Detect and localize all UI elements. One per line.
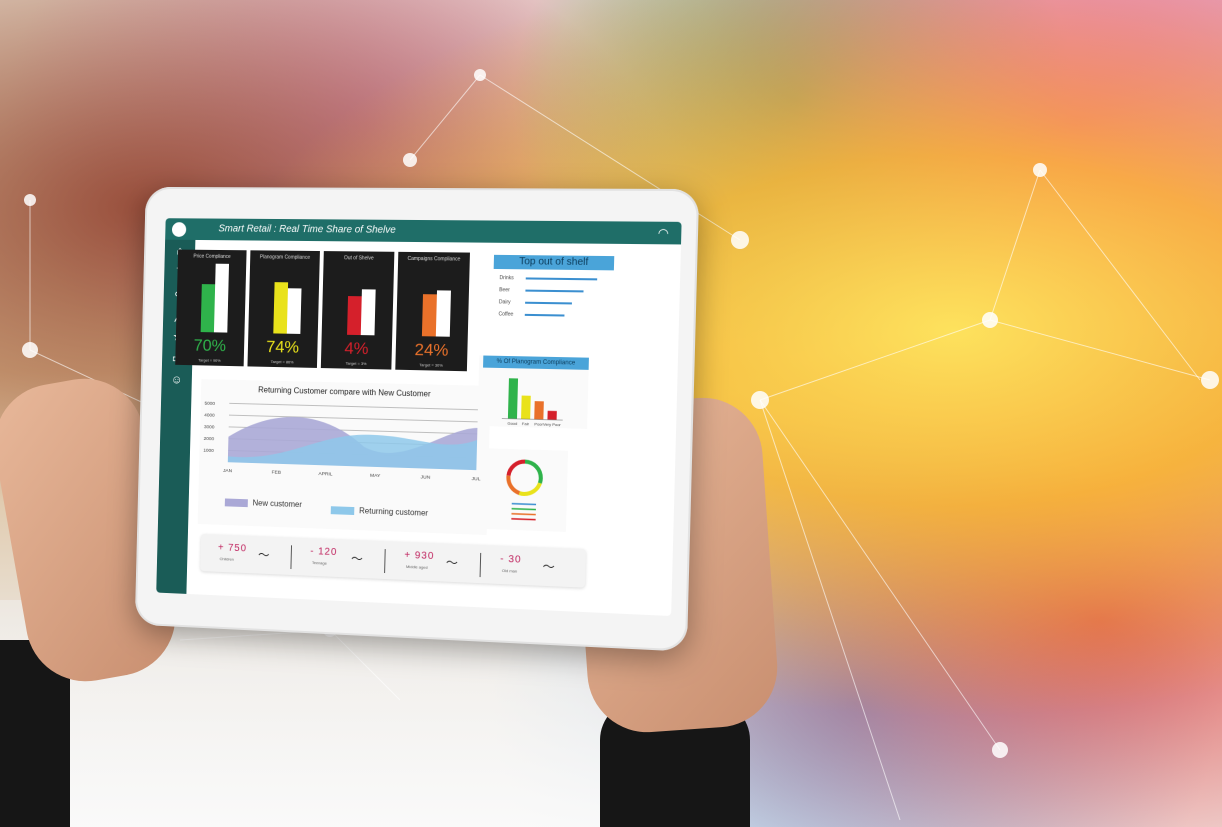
y-tick-label: 5000 bbox=[204, 401, 215, 407]
kpi-value: 4% bbox=[321, 338, 392, 359]
kpi-campaigns-compliance[interactable]: Campaigns Compliance 24% Target = 30% bbox=[395, 252, 470, 371]
kpi-target: Target = 86% bbox=[248, 359, 318, 365]
dashboard-title: Smart Retail : Real Time Share of Shelve bbox=[218, 223, 396, 235]
stat-label: Middle aged bbox=[406, 564, 428, 570]
trend-icon: 〜 bbox=[258, 546, 270, 563]
kpi-label: Out of Shelve bbox=[324, 255, 395, 262]
globe-icon bbox=[171, 221, 187, 238]
stat-value: - 120 bbox=[310, 546, 337, 558]
kpi-target: Target = 30% bbox=[395, 362, 467, 369]
stat-old-man[interactable]: - 30 Old man 〜 bbox=[482, 551, 579, 583]
kpi-target-bar bbox=[361, 289, 376, 335]
kpi-bar bbox=[273, 282, 288, 334]
kpi-planogram-compliance[interactable]: Planogram Compliance 74% Target = 86% bbox=[247, 250, 319, 368]
tos-label: Drinks bbox=[499, 275, 513, 281]
tos-label: Coffee bbox=[498, 311, 513, 317]
trend-icon: 〜 bbox=[446, 554, 458, 572]
kpi-target-bar bbox=[287, 288, 302, 334]
planogram-bar bbox=[521, 396, 531, 420]
planogram-bar bbox=[534, 401, 544, 419]
donut-legend-line bbox=[512, 504, 536, 505]
tos-bar bbox=[526, 277, 597, 280]
y-tick-label: 1000 bbox=[203, 448, 214, 454]
planogram-category-label: Good bbox=[507, 421, 517, 426]
grid-line bbox=[229, 403, 478, 409]
stat-label: Old man bbox=[502, 568, 517, 574]
legend-new-label: New customer bbox=[252, 498, 302, 509]
kpi-bar bbox=[201, 284, 216, 332]
store-scene: Smart Retail : Real Time Share of Shelve… bbox=[0, 0, 1222, 827]
kpi-bar bbox=[422, 294, 437, 336]
tos-bar bbox=[525, 302, 572, 305]
donut-legend-line bbox=[511, 519, 535, 520]
kpi-value: 70% bbox=[175, 336, 244, 357]
x-tick-label: FEB bbox=[272, 469, 281, 475]
kpi-target-bar bbox=[214, 264, 229, 333]
kpi-value: 24% bbox=[396, 340, 468, 361]
kpi-value: 74% bbox=[248, 337, 318, 358]
wifi-icon: ◠ bbox=[658, 226, 669, 240]
donut-chart bbox=[481, 448, 568, 532]
donut-legend-line bbox=[511, 514, 535, 515]
tos-bar bbox=[525, 290, 583, 293]
kpi-label: Planogram Compliance bbox=[250, 254, 320, 261]
stat-value: + 930 bbox=[404, 550, 434, 562]
top-out-of-shelf-title: Top out of shelf bbox=[494, 255, 615, 271]
tos-bar bbox=[525, 314, 565, 317]
y-tick-label: 4000 bbox=[204, 412, 215, 418]
x-tick-label: JUN bbox=[420, 474, 430, 480]
trend-icon: 〜 bbox=[542, 557, 555, 575]
stat-label: Teenage bbox=[312, 560, 327, 566]
planogram-category-label: Very Poor bbox=[543, 422, 562, 428]
x-tick-label: JUL bbox=[472, 476, 481, 482]
customer-area-chart: Returning Customer compare with New Cust… bbox=[198, 379, 491, 535]
tablet: Smart Retail : Real Time Share of Shelve… bbox=[135, 187, 699, 652]
donut-legend-line bbox=[512, 509, 536, 510]
x-tick-label: JAN bbox=[223, 468, 233, 474]
stat-value: + 750 bbox=[218, 542, 247, 554]
tos-label: Beer bbox=[499, 287, 510, 293]
planogram-chart: Good Fair Poor Very Poor bbox=[477, 355, 588, 428]
kpi-out-of-shelve[interactable]: Out of Shelve 4% Target = 3% bbox=[321, 251, 395, 370]
x-tick-label: APRIL bbox=[318, 471, 332, 478]
kpi-bar bbox=[347, 296, 362, 335]
kpi-price-compliance[interactable]: Price Compliance 70% Target = 90% bbox=[175, 250, 246, 367]
stat-label: Children bbox=[220, 556, 234, 562]
stat-value: - 30 bbox=[500, 554, 522, 566]
stat-middle-aged[interactable]: + 930 Middle aged 〜 bbox=[386, 547, 481, 579]
donut-panel bbox=[481, 448, 568, 532]
planogram-panel: % Of Planogram Compliance Good Fair Poor Ve… bbox=[477, 355, 588, 428]
title-bar: Smart Retail : Real Time Share of Shelve… bbox=[165, 218, 681, 244]
legend-swatch-new bbox=[225, 498, 248, 507]
y-tick-label: 3000 bbox=[204, 424, 215, 430]
kpi-target: Target = 90% bbox=[175, 357, 244, 363]
stat-teenage[interactable]: - 120 Teenage 〜 bbox=[292, 543, 385, 575]
legend-swatch-returning bbox=[331, 506, 355, 515]
kpi-label: Campaigns Compliance bbox=[398, 256, 470, 263]
stat-children[interactable]: + 750 Children 〜 bbox=[200, 540, 292, 571]
y-tick-label: 2000 bbox=[204, 436, 215, 442]
stats-strip: + 750 Children 〜 - 120 Teenage 〜 + 930 M… bbox=[200, 534, 586, 588]
planogram-bar bbox=[547, 411, 556, 420]
user-icon[interactable]: ☺ bbox=[161, 368, 192, 390]
trend-icon: 〜 bbox=[351, 550, 363, 567]
x-tick-label: MAY bbox=[370, 473, 381, 479]
dashboard-screen: Smart Retail : Real Time Share of Shelve… bbox=[156, 218, 681, 616]
planogram-bar bbox=[508, 378, 518, 419]
kpi-target-bar bbox=[436, 290, 451, 336]
kpi-label: Price Compliance bbox=[178, 253, 247, 260]
kpi-target: Target = 3% bbox=[321, 360, 392, 366]
tos-label: Dairy bbox=[499, 299, 511, 305]
planogram-category-label: Fair bbox=[522, 421, 530, 426]
